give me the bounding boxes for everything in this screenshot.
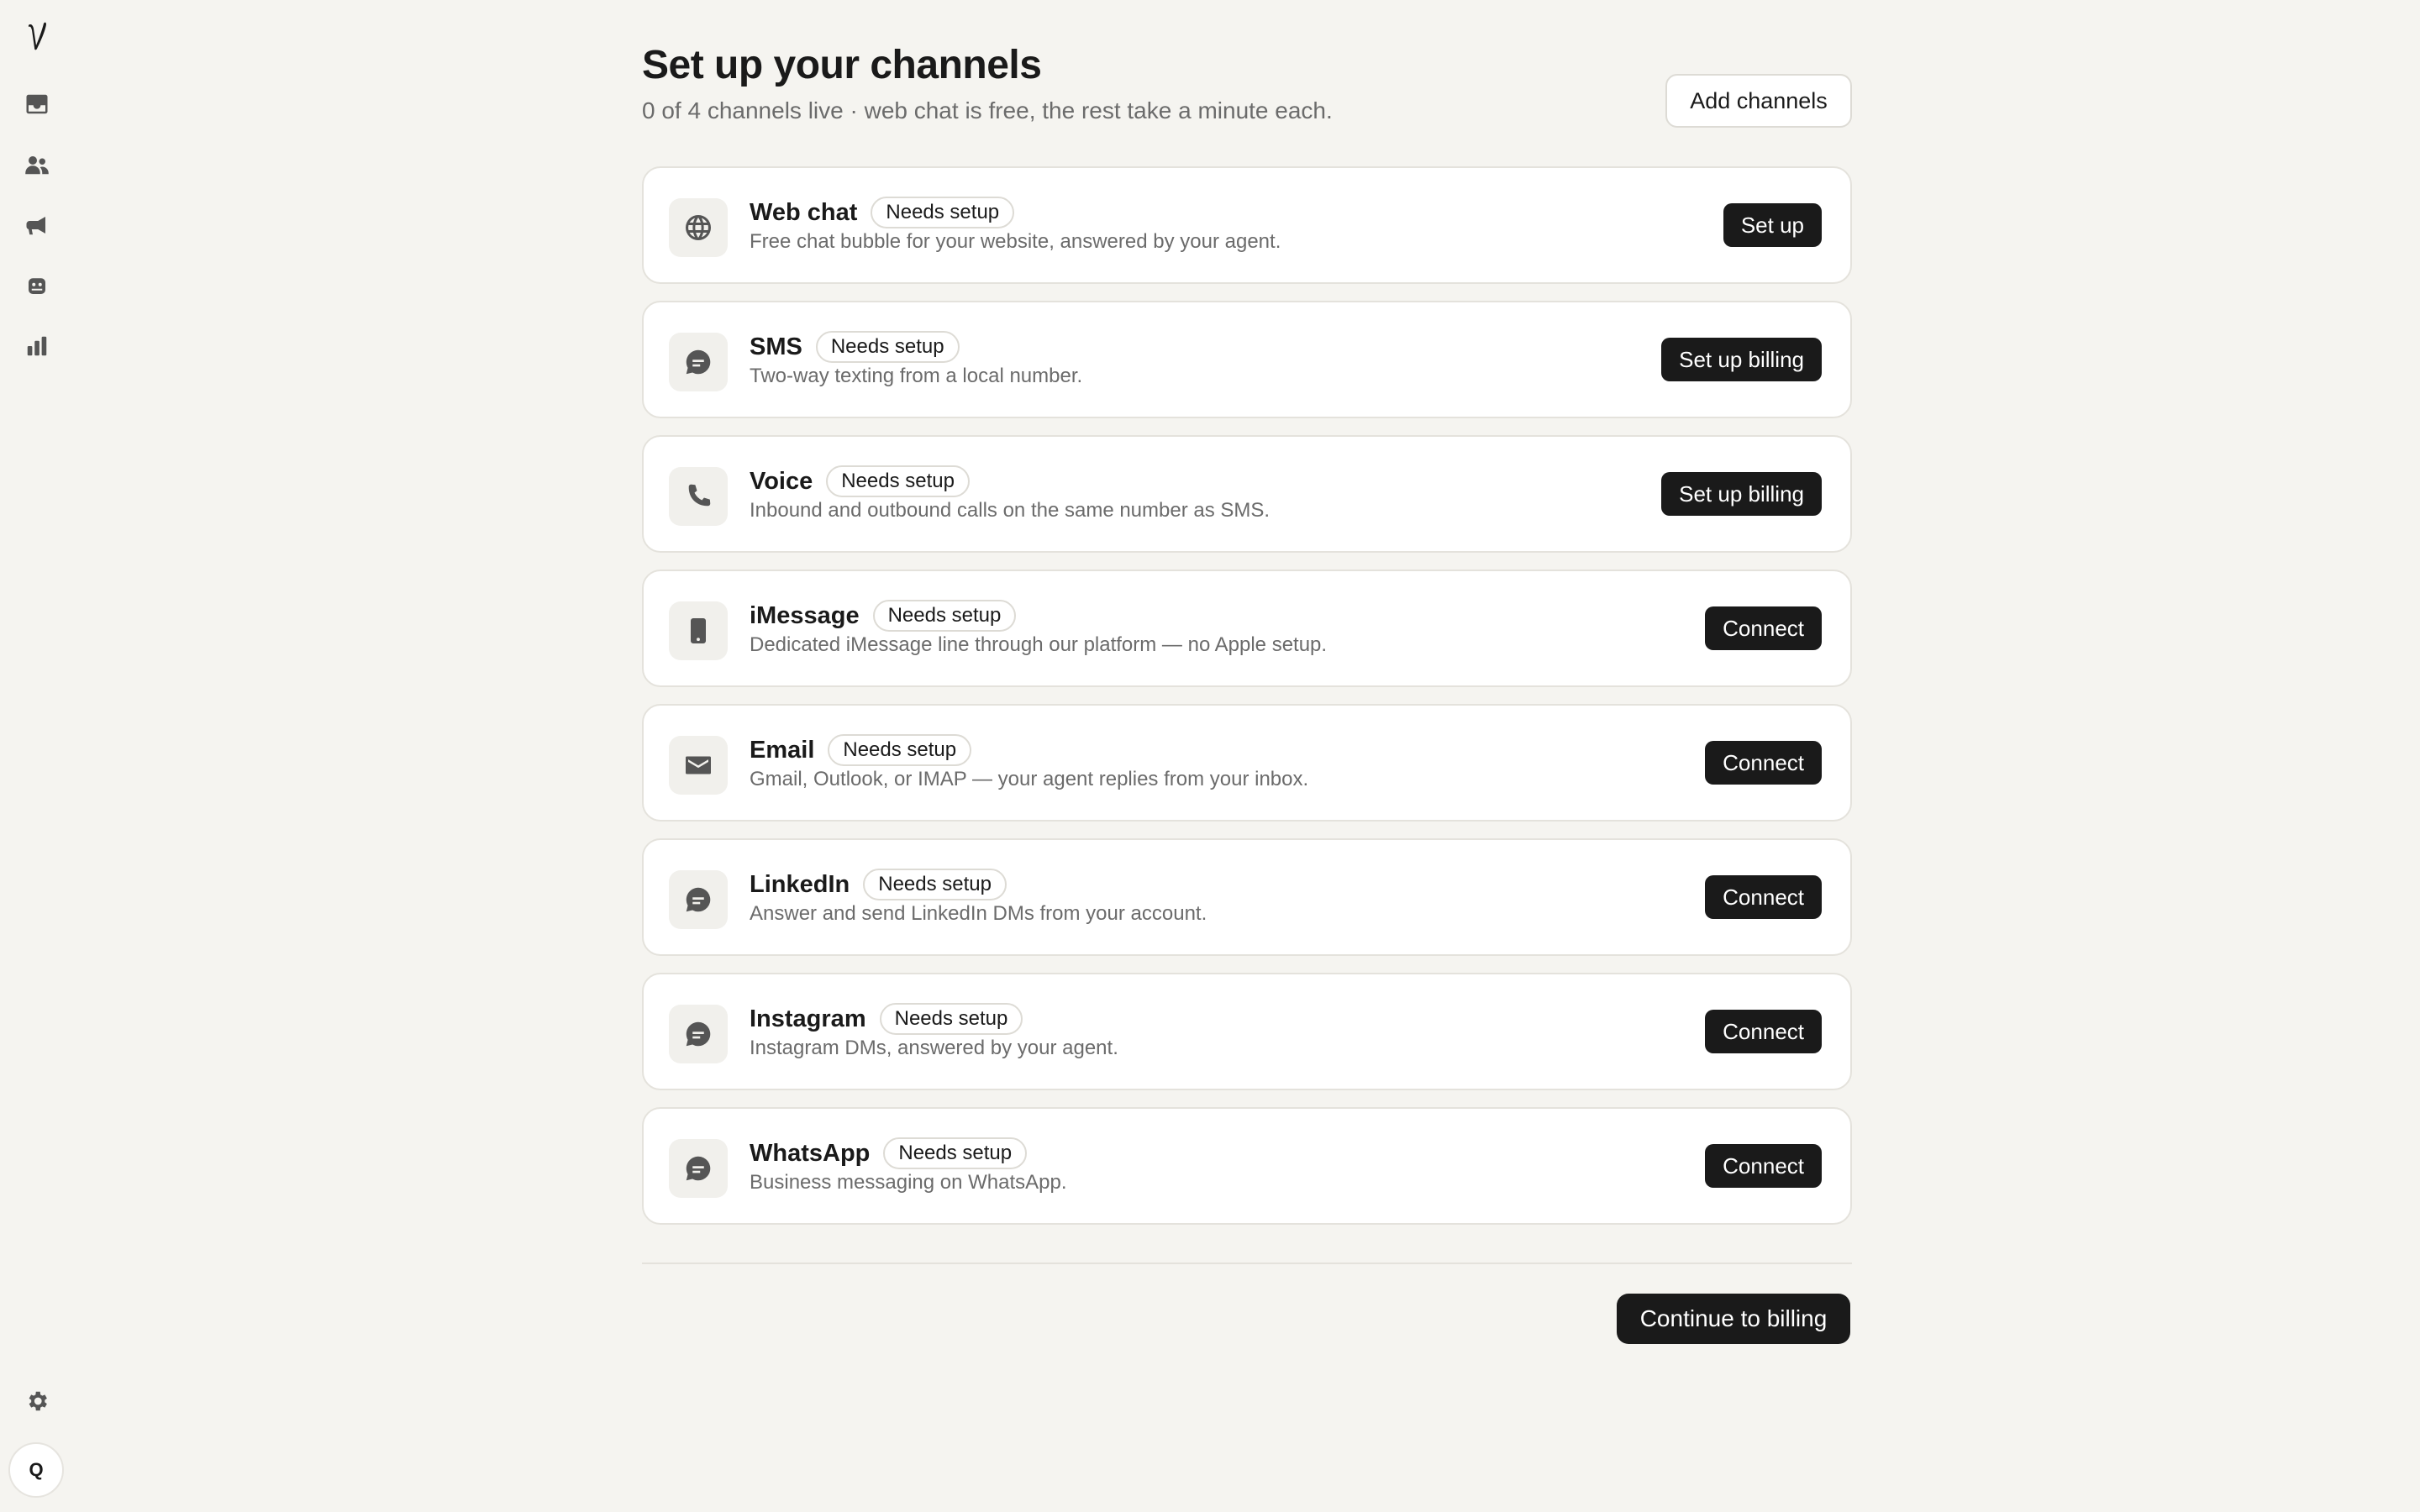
channel-name-row: LinkedIn Needs setup [750, 869, 1007, 900]
channel-name-row: WhatsApp Needs setup [750, 1137, 1028, 1169]
phone-icon [669, 467, 728, 526]
channel-description: Two-way texting from a local number. [750, 365, 1083, 387]
status-badge: Needs setup [883, 1137, 1028, 1169]
channel-card-web-chat: Web chat Needs setup Free chat bubble fo… [642, 166, 1852, 284]
page-title: Set up your channels [642, 43, 1042, 87]
contacts-icon[interactable] [22, 150, 52, 180]
status-badge: Needs setup [871, 197, 1015, 228]
connect-button[interactable]: Connect [1705, 1010, 1822, 1053]
set-up-billing-button[interactable]: Set up billing [1661, 338, 1822, 381]
channel-card-whatsapp: WhatsApp Needs setup Business messaging … [642, 1107, 1852, 1225]
channel-description: Business messaging on WhatsApp. [750, 1171, 1067, 1194]
connect-button[interactable]: Connect [1705, 1144, 1822, 1188]
channel-description: Gmail, Outlook, or IMAP — your agent rep… [750, 768, 1309, 790]
channel-name: SMS [750, 333, 802, 360]
globe-icon [669, 198, 728, 257]
connect-button[interactable]: Connect [1705, 875, 1822, 919]
channel-name: Voice [750, 467, 813, 495]
chat-bubble-icon [669, 870, 728, 929]
channel-name: Web chat [750, 198, 858, 226]
channel-description: Answer and send LinkedIn DMs from your a… [750, 902, 1207, 925]
channel-name-row: iMessage Needs setup [750, 600, 1017, 632]
gear-icon[interactable] [22, 1386, 52, 1416]
status-badge: Needs setup [879, 1003, 1023, 1035]
inbox-icon[interactable] [22, 89, 52, 119]
channel-name: Instagram [750, 1005, 866, 1032]
divider [642, 1263, 1852, 1264]
status-badge: Needs setup [863, 869, 1007, 900]
channel-name: WhatsApp [750, 1139, 871, 1167]
status-badge: Needs setup [872, 600, 1017, 632]
logo-icon[interactable] [25, 18, 49, 52]
megaphone-icon[interactable] [22, 210, 52, 240]
chat-bubble-icon [669, 1139, 728, 1198]
channel-name-row: Web chat Needs setup [750, 197, 1015, 228]
mobile-phone-icon [669, 601, 728, 660]
channel-card-voice: Voice Needs setup Inbound and outbound c… [642, 435, 1852, 553]
avatar-initial: Q [29, 1459, 44, 1480]
connect-button[interactable]: Connect [1705, 741, 1822, 785]
channel-name-row: Instagram Needs setup [750, 1003, 1023, 1035]
chat-bubble-icon [669, 333, 728, 391]
set-up-billing-button[interactable]: Set up billing [1661, 472, 1822, 516]
continue-to-billing-button[interactable]: Continue to billing [1617, 1294, 1850, 1344]
channel-name-row: SMS Needs setup [750, 331, 960, 363]
add-channels-button[interactable]: Add channels [1665, 74, 1852, 128]
status-badge: Needs setup [815, 331, 960, 363]
channel-name: iMessage [750, 601, 860, 629]
page-subtitle: 0 of 4 channels live · web chat is free,… [642, 97, 1333, 123]
channel-card-sms: SMS Needs setup Two-way texting from a l… [642, 301, 1852, 418]
channel-name: LinkedIn [750, 870, 850, 898]
channel-list: Web chat Needs setup Free chat bubble fo… [642, 166, 1852, 1242]
connect-button[interactable]: Connect [1705, 606, 1822, 650]
set-up-button[interactable]: Set up [1723, 203, 1822, 247]
avatar[interactable]: Q [8, 1442, 64, 1498]
status-badge: Needs setup [826, 465, 970, 497]
channel-name-row: Voice Needs setup [750, 465, 970, 497]
channel-card-instagram: Instagram Needs setup Instagram DMs, ans… [642, 973, 1852, 1090]
chat-bubble-icon [669, 1005, 728, 1063]
channel-card-linkedin: LinkedIn Needs setup Answer and send Lin… [642, 838, 1852, 956]
channel-description: Dedicated iMessage line through our plat… [750, 633, 1328, 656]
channel-name-row: Email Needs setup [750, 734, 972, 766]
envelope-icon [669, 736, 728, 795]
channel-card-imessage: iMessage Needs setup Dedicated iMessage … [642, 570, 1852, 687]
channel-card-email: Email Needs setup Gmail, Outlook, or IMA… [642, 704, 1852, 822]
sidebar: Q [0, 0, 74, 1512]
channel-name: Email [750, 736, 815, 764]
analytics-icon[interactable] [22, 331, 52, 361]
agent-icon[interactable] [22, 270, 52, 301]
channel-description: Free chat bubble for your website, answe… [750, 230, 1281, 253]
channel-description: Instagram DMs, answered by your agent. [750, 1037, 1118, 1059]
channel-description: Inbound and outbound calls on the same n… [750, 499, 1270, 522]
status-badge: Needs setup [828, 734, 972, 766]
